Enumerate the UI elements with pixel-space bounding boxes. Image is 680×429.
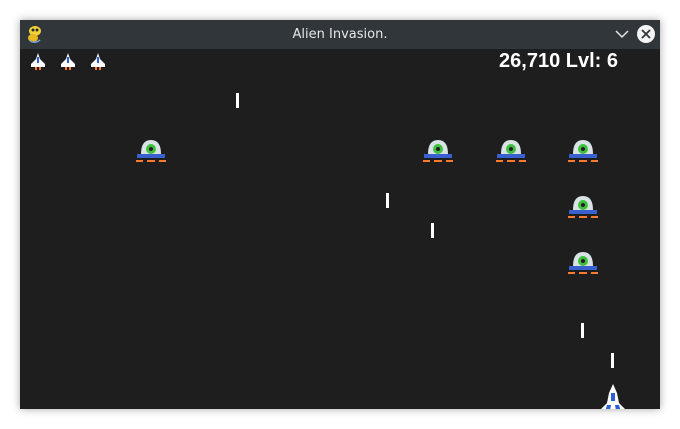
alien-ufo	[423, 140, 453, 162]
bullet	[386, 193, 389, 208]
game-canvas[interactable]: 26,710 Lvl: 6	[20, 49, 660, 409]
chevron-down-icon[interactable]	[614, 26, 630, 42]
game-window: Alien Invasion. 26,710 Lvl: 6	[20, 20, 660, 409]
bullet	[581, 323, 584, 338]
life-ship-icon	[61, 53, 75, 70]
score-level-display: 26,710 Lvl: 6	[499, 49, 618, 73]
alien-ufo	[568, 252, 598, 274]
alien-ufo	[568, 196, 598, 218]
life-ship-icon	[91, 53, 105, 70]
window-title: Alien Invasion.	[292, 27, 388, 42]
player-ship[interactable]	[595, 383, 631, 409]
bullet	[236, 93, 239, 108]
alien-ufo	[496, 140, 526, 162]
close-icon[interactable]	[636, 24, 656, 44]
bullet	[611, 353, 614, 368]
title-bar[interactable]: Alien Invasion.	[20, 20, 660, 49]
level-label: Lvl:	[565, 50, 602, 72]
alien-ufo	[136, 140, 166, 162]
life-ship-icon	[31, 53, 45, 70]
bullet	[431, 223, 434, 238]
level-value: 6	[606, 50, 618, 72]
alien-ufo	[568, 140, 598, 162]
score-value: 26,710	[499, 50, 561, 72]
